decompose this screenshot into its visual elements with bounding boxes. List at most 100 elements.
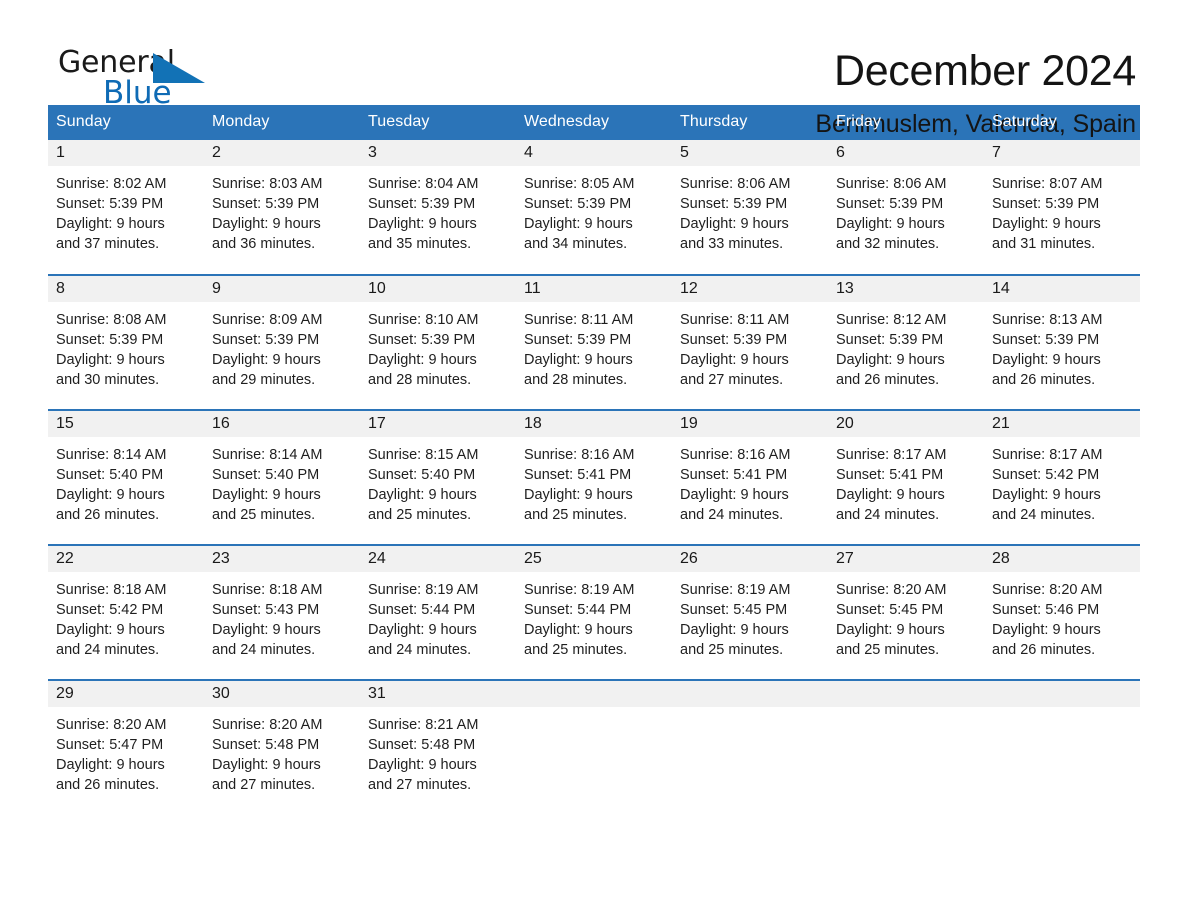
day-number: 29: [56, 685, 74, 702]
day-number-band: [672, 681, 828, 707]
day-detail: Sunrise: 8:20 AM Sunset: 5:46 PM Dayligh…: [992, 582, 1103, 658]
day-number: 13: [836, 280, 854, 297]
day-number-band: 29: [48, 681, 204, 707]
day-number-band: 2: [204, 140, 360, 166]
day-number: 16: [212, 415, 230, 432]
day-number: 11: [524, 280, 541, 297]
day-detail: Sunrise: 8:20 AM Sunset: 5:47 PM Dayligh…: [56, 717, 167, 793]
day-number-band: 9: [204, 276, 360, 302]
day-number: 3: [368, 144, 377, 161]
generalblue-logo[interactable]: General Blue: [58, 46, 208, 112]
day-detail: Sunrise: 8:19 AM Sunset: 5:44 PM Dayligh…: [368, 582, 479, 658]
day-number: 1: [56, 144, 65, 161]
day-cell[interactable]: 19 Sunrise: 8:16 AM Sunset: 5:41 PM Dayli…: [672, 409, 828, 545]
day-cell[interactable]: 11 Sunrise: 8:11 AM Sunset: 5:39 PM Dayli…: [516, 274, 672, 410]
day-number: 22: [56, 550, 74, 567]
day-cell[interactable]: 13 Sunrise: 8:12 AM Sunset: 5:39 PM Dayli…: [828, 274, 984, 410]
day-number: 2: [212, 144, 221, 161]
day-cell[interactable]: 1 Sunrise: 8:02 AM Sunset: 5:39 PM Daylig…: [48, 140, 204, 275]
day-number: 28: [992, 550, 1010, 567]
day-cell[interactable]: 15 Sunrise: 8:14 AM Sunset: 5:40 PM Dayli…: [48, 409, 204, 545]
day-number-band: 16: [204, 411, 360, 437]
day-cell[interactable]: 7 Sunrise: 8:07 AM Sunset: 5:39 PM Daylig…: [984, 140, 1140, 275]
day-cell[interactable]: 27 Sunrise: 8:20 AM Sunset: 5:45 PM Dayli…: [828, 544, 984, 680]
day-cell[interactable]: 12 Sunrise: 8:11 AM Sunset: 5:39 PM Dayli…: [672, 274, 828, 410]
day-number-band: 15: [48, 411, 204, 437]
day-number-band: 12: [672, 276, 828, 302]
day-number: 12: [680, 280, 698, 297]
day-number-band: 18: [516, 411, 672, 437]
day-cell[interactable]: 16 Sunrise: 8:14 AM Sunset: 5:40 PM Dayli…: [204, 409, 360, 545]
day-number: 17: [368, 415, 386, 432]
day-cell[interactable]: 24 Sunrise: 8:19 AM Sunset: 5:44 PM Dayli…: [360, 544, 516, 680]
day-number-band: 23: [204, 546, 360, 572]
day-cell[interactable]: 23 Sunrise: 8:18 AM Sunset: 5:43 PM Dayli…: [204, 544, 360, 680]
day-cell[interactable]: 9 Sunrise: 8:09 AM Sunset: 5:39 PM Daylig…: [204, 274, 360, 410]
day-cell[interactable]: 2 Sunrise: 8:03 AM Sunset: 5:39 PM Daylig…: [204, 140, 360, 275]
weekday-header-wednesday: Wednesday: [516, 105, 672, 140]
day-number-band: 22: [48, 546, 204, 572]
day-number: 8: [56, 280, 65, 297]
day-number-band: 8: [48, 276, 204, 302]
day-cell[interactable]: 8 Sunrise: 8:08 AM Sunset: 5:39 PM Daylig…: [48, 274, 204, 410]
day-number: 6: [836, 144, 845, 161]
day-cell[interactable]: 21 Sunrise: 8:17 AM Sunset: 5:42 PM Dayli…: [984, 409, 1140, 545]
day-detail: Sunrise: 8:19 AM Sunset: 5:45 PM Dayligh…: [680, 582, 791, 658]
day-cell[interactable]: 22 Sunrise: 8:18 AM Sunset: 5:42 PM Dayli…: [48, 544, 204, 680]
day-cell-empty: [516, 679, 672, 815]
day-cell[interactable]: 3 Sunrise: 8:04 AM Sunset: 5:39 PM Daylig…: [360, 140, 516, 275]
day-number-band: 21: [984, 411, 1140, 437]
day-number-band: 24: [360, 546, 516, 572]
day-detail: Sunrise: 8:16 AM Sunset: 5:41 PM Dayligh…: [524, 447, 635, 523]
day-cell[interactable]: 20 Sunrise: 8:17 AM Sunset: 5:41 PM Dayli…: [828, 409, 984, 545]
day-number: 25: [524, 550, 542, 567]
day-number: 5: [680, 144, 689, 161]
day-cell[interactable]: 10 Sunrise: 8:10 AM Sunset: 5:39 PM Dayli…: [360, 274, 516, 410]
calendar-table: Sunday Monday Tuesday Wednesday Thursday…: [48, 105, 1140, 815]
day-number: 7: [992, 144, 1001, 161]
day-number-band: 14: [984, 276, 1140, 302]
day-cell[interactable]: 29 Sunrise: 8:20 AM Sunset: 5:47 PM Dayli…: [48, 679, 204, 815]
day-cell[interactable]: 4 Sunrise: 8:05 AM Sunset: 5:39 PM Daylig…: [516, 140, 672, 275]
day-detail: Sunrise: 8:12 AM Sunset: 5:39 PM Dayligh…: [836, 312, 947, 388]
day-cell[interactable]: 18 Sunrise: 8:16 AM Sunset: 5:41 PM Dayli…: [516, 409, 672, 545]
day-number-band: 28: [984, 546, 1140, 572]
day-cell-empty: [984, 679, 1140, 815]
day-detail: Sunrise: 8:16 AM Sunset: 5:41 PM Dayligh…: [680, 447, 791, 523]
logo-text-blue: Blue: [103, 75, 172, 111]
day-number: 30: [212, 685, 230, 702]
day-cell[interactable]: 30 Sunrise: 8:20 AM Sunset: 5:48 PM Dayli…: [204, 679, 360, 815]
day-cell-empty: [672, 679, 828, 815]
day-number-band: 7: [984, 140, 1140, 166]
day-detail: Sunrise: 8:09 AM Sunset: 5:39 PM Dayligh…: [212, 312, 323, 388]
day-number-band: [828, 681, 984, 707]
day-detail: Sunrise: 8:15 AM Sunset: 5:40 PM Dayligh…: [368, 447, 479, 523]
day-number: 14: [992, 280, 1010, 297]
day-detail: Sunrise: 8:06 AM Sunset: 5:39 PM Dayligh…: [680, 176, 791, 252]
day-detail: Sunrise: 8:14 AM Sunset: 5:40 PM Dayligh…: [212, 447, 323, 523]
calendar-page: General Blue December 2024 Benimuslem, V…: [0, 0, 1188, 918]
day-number-band: 11: [516, 276, 672, 302]
calendar-week-row: 15 Sunrise: 8:14 AM Sunset: 5:40 PM Dayli…: [48, 409, 1140, 545]
day-number: 18: [524, 415, 542, 432]
day-number: 23: [212, 550, 230, 567]
day-detail: Sunrise: 8:21 AM Sunset: 5:48 PM Dayligh…: [368, 717, 479, 793]
day-cell[interactable]: 17 Sunrise: 8:15 AM Sunset: 5:40 PM Dayli…: [360, 409, 516, 545]
day-number: 4: [524, 144, 533, 161]
day-cell[interactable]: 31 Sunrise: 8:21 AM Sunset: 5:48 PM Dayli…: [360, 679, 516, 815]
day-number-band: 4: [516, 140, 672, 166]
calendar-week-row: 29 Sunrise: 8:20 AM Sunset: 5:47 PM Dayli…: [48, 679, 1140, 815]
day-detail: Sunrise: 8:14 AM Sunset: 5:40 PM Dayligh…: [56, 447, 167, 523]
day-cell-empty: [828, 679, 984, 815]
day-cell[interactable]: 14 Sunrise: 8:13 AM Sunset: 5:39 PM Dayli…: [984, 274, 1140, 410]
day-cell[interactable]: 28 Sunrise: 8:20 AM Sunset: 5:46 PM Dayli…: [984, 544, 1140, 680]
day-detail: Sunrise: 8:13 AM Sunset: 5:39 PM Dayligh…: [992, 312, 1103, 388]
day-cell[interactable]: 25 Sunrise: 8:19 AM Sunset: 5:44 PM Dayli…: [516, 544, 672, 680]
day-number-band: 6: [828, 140, 984, 166]
calendar-body: 1 Sunrise: 8:02 AM Sunset: 5:39 PM Daylig…: [48, 140, 1140, 815]
day-cell[interactable]: 5 Sunrise: 8:06 AM Sunset: 5:39 PM Daylig…: [672, 140, 828, 275]
day-cell[interactable]: 6 Sunrise: 8:06 AM Sunset: 5:39 PM Daylig…: [828, 140, 984, 275]
day-detail: Sunrise: 8:18 AM Sunset: 5:42 PM Dayligh…: [56, 582, 167, 658]
day-detail: Sunrise: 8:19 AM Sunset: 5:44 PM Dayligh…: [524, 582, 635, 658]
day-cell[interactable]: 26 Sunrise: 8:19 AM Sunset: 5:45 PM Dayli…: [672, 544, 828, 680]
